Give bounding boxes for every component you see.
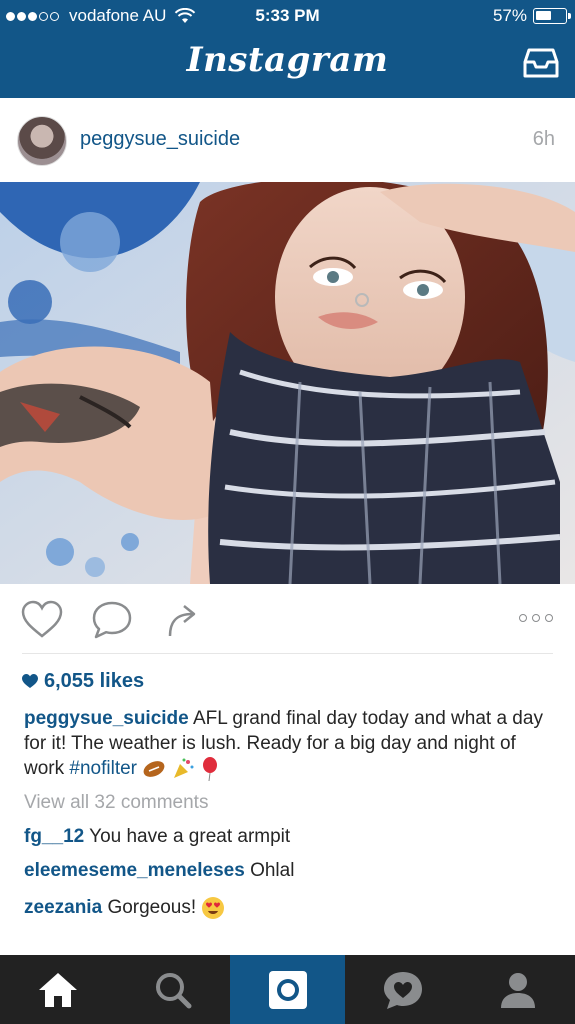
comment-item: fg__12 You have a great armpit — [24, 826, 290, 848]
status-right: 57% — [492, 6, 571, 26]
divider — [22, 653, 553, 654]
like-button[interactable] — [20, 598, 64, 642]
tab-camera[interactable] — [230, 955, 345, 1024]
comment-item: zeezania Gorgeous! — [24, 896, 225, 920]
post-header: peggysue_suicide 6h — [0, 98, 575, 183]
photo-image — [0, 182, 575, 584]
heart-filled-icon — [22, 674, 38, 688]
comment-text: You have a great armpit — [89, 826, 291, 847]
tab-search[interactable] — [115, 955, 230, 1024]
likes-label: 6,055 likes — [44, 670, 145, 692]
clock: 5:33 PM — [255, 6, 320, 25]
app-header: vodafone AU 5:33 PM 57% Instagram — [0, 0, 575, 98]
heart-eyes-emoji-icon — [202, 897, 225, 919]
comment-username[interactable]: fg__12 — [24, 826, 84, 847]
tab-profile[interactable] — [460, 955, 575, 1024]
party-popper-emoji-icon — [173, 758, 194, 778]
comment-text: Gorgeous! — [107, 897, 197, 919]
battery-icon — [533, 8, 571, 24]
comment-username[interactable]: zeezania — [24, 897, 102, 918]
status-bar: vodafone AU 5:33 PM 57% — [0, 0, 575, 32]
inbox-button[interactable] — [523, 46, 559, 80]
comment-bubble-icon — [92, 601, 132, 639]
share-button[interactable] — [160, 598, 204, 642]
activity-icon — [383, 971, 422, 1009]
more-options-button[interactable] — [519, 614, 553, 622]
caption-username[interactable]: peggysue_suicide — [24, 708, 189, 729]
post-timestamp: 6h — [532, 128, 555, 150]
heart-icon — [21, 600, 63, 638]
comment-text: Ohlal — [250, 860, 295, 881]
balloon-emoji-icon — [202, 756, 217, 781]
tab-home[interactable] — [0, 955, 115, 1024]
battery-percent: 57% — [492, 6, 527, 25]
tab-bar — [0, 955, 575, 1024]
share-arrow-icon — [168, 605, 196, 637]
caption-hashtag[interactable]: #nofilter — [69, 758, 137, 779]
post-username[interactable]: peggysue_suicide — [80, 128, 240, 151]
home-icon — [38, 972, 77, 1007]
post-actions — [0, 584, 575, 654]
tab-activity[interactable] — [345, 955, 460, 1024]
comment-button[interactable] — [90, 598, 134, 642]
comment-item: eleemeseme_meneleses Ohlal — [24, 860, 294, 882]
inbox-icon — [523, 48, 559, 78]
football-emoji-icon — [143, 761, 165, 777]
search-icon — [155, 972, 191, 1008]
view-all-comments-link[interactable]: View all 32 comments — [24, 792, 208, 814]
app-logo: Instagram — [186, 40, 389, 80]
likes-count[interactable]: 6,055 likes — [22, 670, 144, 693]
camera-icon — [268, 970, 307, 1009]
avatar[interactable] — [17, 116, 67, 166]
profile-icon — [500, 972, 535, 1008]
post-photo[interactable] — [0, 182, 575, 584]
comment-username[interactable]: eleemeseme_meneleses — [24, 860, 245, 881]
post-caption: peggysue_suicide AFL grand final day tod… — [24, 706, 554, 781]
